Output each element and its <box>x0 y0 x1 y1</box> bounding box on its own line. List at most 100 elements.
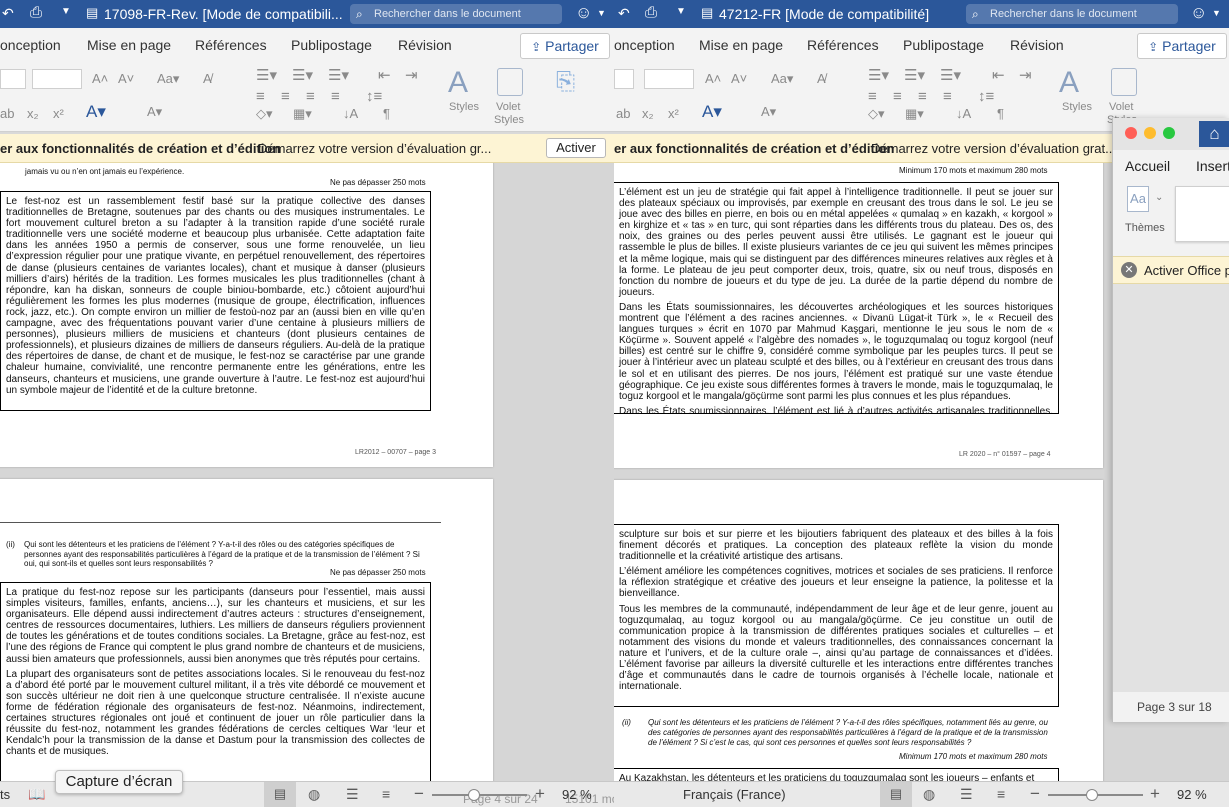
tab-conception[interactable]: onception <box>614 37 675 53</box>
align-right-icon[interactable]: ≡ <box>918 88 927 105</box>
search-field[interactable]: ⌕ Rechercher dans le document <box>966 4 1178 24</box>
change-case-icon[interactable]: Aa▾ <box>771 71 793 87</box>
font-name-dropdown[interactable] <box>614 69 634 89</box>
tab-revision[interactable]: Révision <box>1010 37 1064 53</box>
activate-button[interactable]: Activer <box>546 138 606 158</box>
draft-icon[interactable]: ≡ <box>997 786 1005 802</box>
zoom-slider-thumb[interactable] <box>468 789 480 801</box>
subscript-icon[interactable]: x₂ <box>27 106 39 121</box>
zoom-level[interactable]: 92 % <box>562 787 592 802</box>
tab-accueil[interactable]: Accueil <box>1125 158 1170 174</box>
print-layout-icon[interactable]: ▤ <box>264 782 296 807</box>
align-left-icon[interactable]: ≡ <box>868 88 877 105</box>
bullets-icon[interactable]: ☰▾ <box>868 66 889 84</box>
shrink-font-icon[interactable]: A˅ <box>731 71 747 86</box>
close-window-icon[interactable] <box>1125 127 1137 139</box>
dictate-icon[interactable]: ⎘ <box>556 68 575 96</box>
grow-font-icon[interactable]: A˄ <box>705 71 721 86</box>
web-layout-icon[interactable]: ◍ <box>923 786 935 803</box>
document-scroll-area[interactable]: jamais vu ou n’en ont jamais eu l’expéri… <box>0 163 614 781</box>
font-name-dropdown[interactable] <box>0 69 26 89</box>
font-size-dropdown[interactable] <box>32 69 82 89</box>
zoom-out-icon[interactable]: − <box>1030 784 1040 804</box>
decrease-indent-icon[interactable]: ⇤ <box>992 66 1005 84</box>
status-language[interactable]: Français (France) <box>683 787 786 802</box>
proofing-icon[interactable]: 📖 <box>28 786 45 803</box>
strikethrough-icon[interactable]: ab <box>616 106 630 121</box>
styles-gallery-icon[interactable]: A <box>448 66 468 100</box>
zoom-slider-thumb[interactable] <box>1086 789 1098 801</box>
smiley-feedback-icon[interactable]: ☺ <box>1190 3 1207 23</box>
share-button[interactable]: ⇪ Partager <box>1137 33 1227 59</box>
tab-mise-en-page[interactable]: Mise en page <box>87 37 171 53</box>
home-icon[interactable]: ⌂ <box>1199 121 1229 147</box>
tab-publipostage[interactable]: Publipostage <box>291 37 372 53</box>
subscript-icon[interactable]: x₂ <box>642 106 654 121</box>
tab-references[interactable]: Références <box>807 37 879 53</box>
sort-icon[interactable]: ↓A <box>956 106 971 121</box>
justify-icon[interactable]: ≡ <box>331 88 340 105</box>
shading-icon[interactable]: ◇▾ <box>868 106 885 122</box>
feedback-chevron-icon[interactable]: ▼ <box>597 8 606 18</box>
sort-icon[interactable]: ↓A <box>343 106 358 121</box>
text-box[interactable]: La pratique du fest-noz repose sur les p… <box>0 582 431 781</box>
line-spacing-icon[interactable]: ↕≡ <box>978 88 994 105</box>
multilevel-list-icon[interactable]: ☰▾ <box>940 66 961 84</box>
status-word-count[interactable]: ts <box>0 787 10 802</box>
styles-pane-button[interactable]: Volet Styles <box>488 66 532 132</box>
zoom-slider[interactable] <box>1048 789 1143 801</box>
print-icon[interactable]: ⎙ <box>30 4 42 21</box>
undo-icon[interactable]: ↶ <box>2 5 14 22</box>
text-box[interactable]: Le fest-noz est un rassemblement festif … <box>0 191 431 411</box>
font-size-dropdown[interactable] <box>644 69 694 89</box>
strikethrough-icon[interactable]: ab <box>0 106 14 121</box>
align-center-icon[interactable]: ≡ <box>893 88 902 105</box>
outline-icon[interactable]: ☰ <box>960 786 973 803</box>
increase-indent-icon[interactable]: ⇥ <box>1019 66 1032 84</box>
zoom-level[interactable]: 92 % <box>1177 787 1207 802</box>
tab-publipostage[interactable]: Publipostage <box>903 37 984 53</box>
text-box[interactable]: L’élément est un jeu de stratégie qui fa… <box>614 182 1059 414</box>
borders-icon[interactable]: ▦▾ <box>905 106 924 122</box>
zoom-out-icon[interactable]: − <box>414 784 424 804</box>
zoom-slider[interactable] <box>432 789 527 801</box>
smiley-feedback-icon[interactable]: ☺ <box>575 3 592 23</box>
font-color-icon[interactable]: A▾ <box>147 104 162 120</box>
share-button[interactable]: ⇪ Partager <box>520 33 610 59</box>
page-status[interactable]: Page 3 sur 18 <box>1137 700 1212 714</box>
numbering-icon[interactable]: ☰▾ <box>904 66 925 84</box>
customize-toolbar-chevron-icon[interactable]: ▼ <box>61 6 71 17</box>
decrease-indent-icon[interactable]: ⇤ <box>378 66 391 84</box>
print-layout-icon[interactable]: ▤ <box>880 782 912 807</box>
align-center-icon[interactable]: ≡ <box>281 88 290 105</box>
clear-format-icon[interactable]: A̸ <box>203 71 212 86</box>
styles-label[interactable]: Styles <box>1062 101 1092 113</box>
feedback-chevron-icon[interactable]: ▼ <box>1212 8 1221 18</box>
borders-icon[interactable]: ▦▾ <box>293 106 312 122</box>
change-case-icon[interactable]: Aa▾ <box>157 71 179 87</box>
close-notice-icon[interactable]: ✕ <box>1121 262 1137 278</box>
clear-format-icon[interactable]: A̸ <box>817 71 826 86</box>
grow-font-icon[interactable]: A˄ <box>92 71 108 86</box>
numbering-icon[interactable]: ☰▾ <box>292 66 313 84</box>
align-left-icon[interactable]: ≡ <box>256 88 265 105</box>
draft-icon[interactable]: ≡ <box>382 786 390 802</box>
web-layout-icon[interactable]: ◍ <box>308 786 320 803</box>
show-marks-icon[interactable]: ¶ <box>997 106 1004 121</box>
tab-mise-en-page[interactable]: Mise en page <box>699 37 783 53</box>
text-box[interactable]: sculpture sur bois et sur pierre et les … <box>614 524 1059 707</box>
search-field[interactable]: ⌕ Rechercher dans le document <box>350 4 562 24</box>
overlapping-window[interactable]: ⌂ Accueil Insert Aa ⌄ Thèmes ✕ Activer O… <box>1112 118 1229 722</box>
tab-revision[interactable]: Révision <box>398 37 452 53</box>
justify-icon[interactable]: ≡ <box>943 88 952 105</box>
increase-indent-icon[interactable]: ⇥ <box>405 66 418 84</box>
styles-gallery-icon[interactable]: A <box>1059 66 1079 100</box>
shading-icon[interactable]: ◇▾ <box>256 106 273 122</box>
tab-references[interactable]: Références <box>195 37 267 53</box>
outline-icon[interactable]: ☰ <box>346 786 359 803</box>
undo-icon[interactable]: ↶ <box>618 5 630 22</box>
themes-button[interactable]: Aa ⌄ Thèmes <box>1123 184 1173 236</box>
minimize-window-icon[interactable] <box>1144 127 1156 139</box>
styles-label[interactable]: Styles <box>449 101 479 113</box>
superscript-icon[interactable]: x² <box>668 106 679 121</box>
